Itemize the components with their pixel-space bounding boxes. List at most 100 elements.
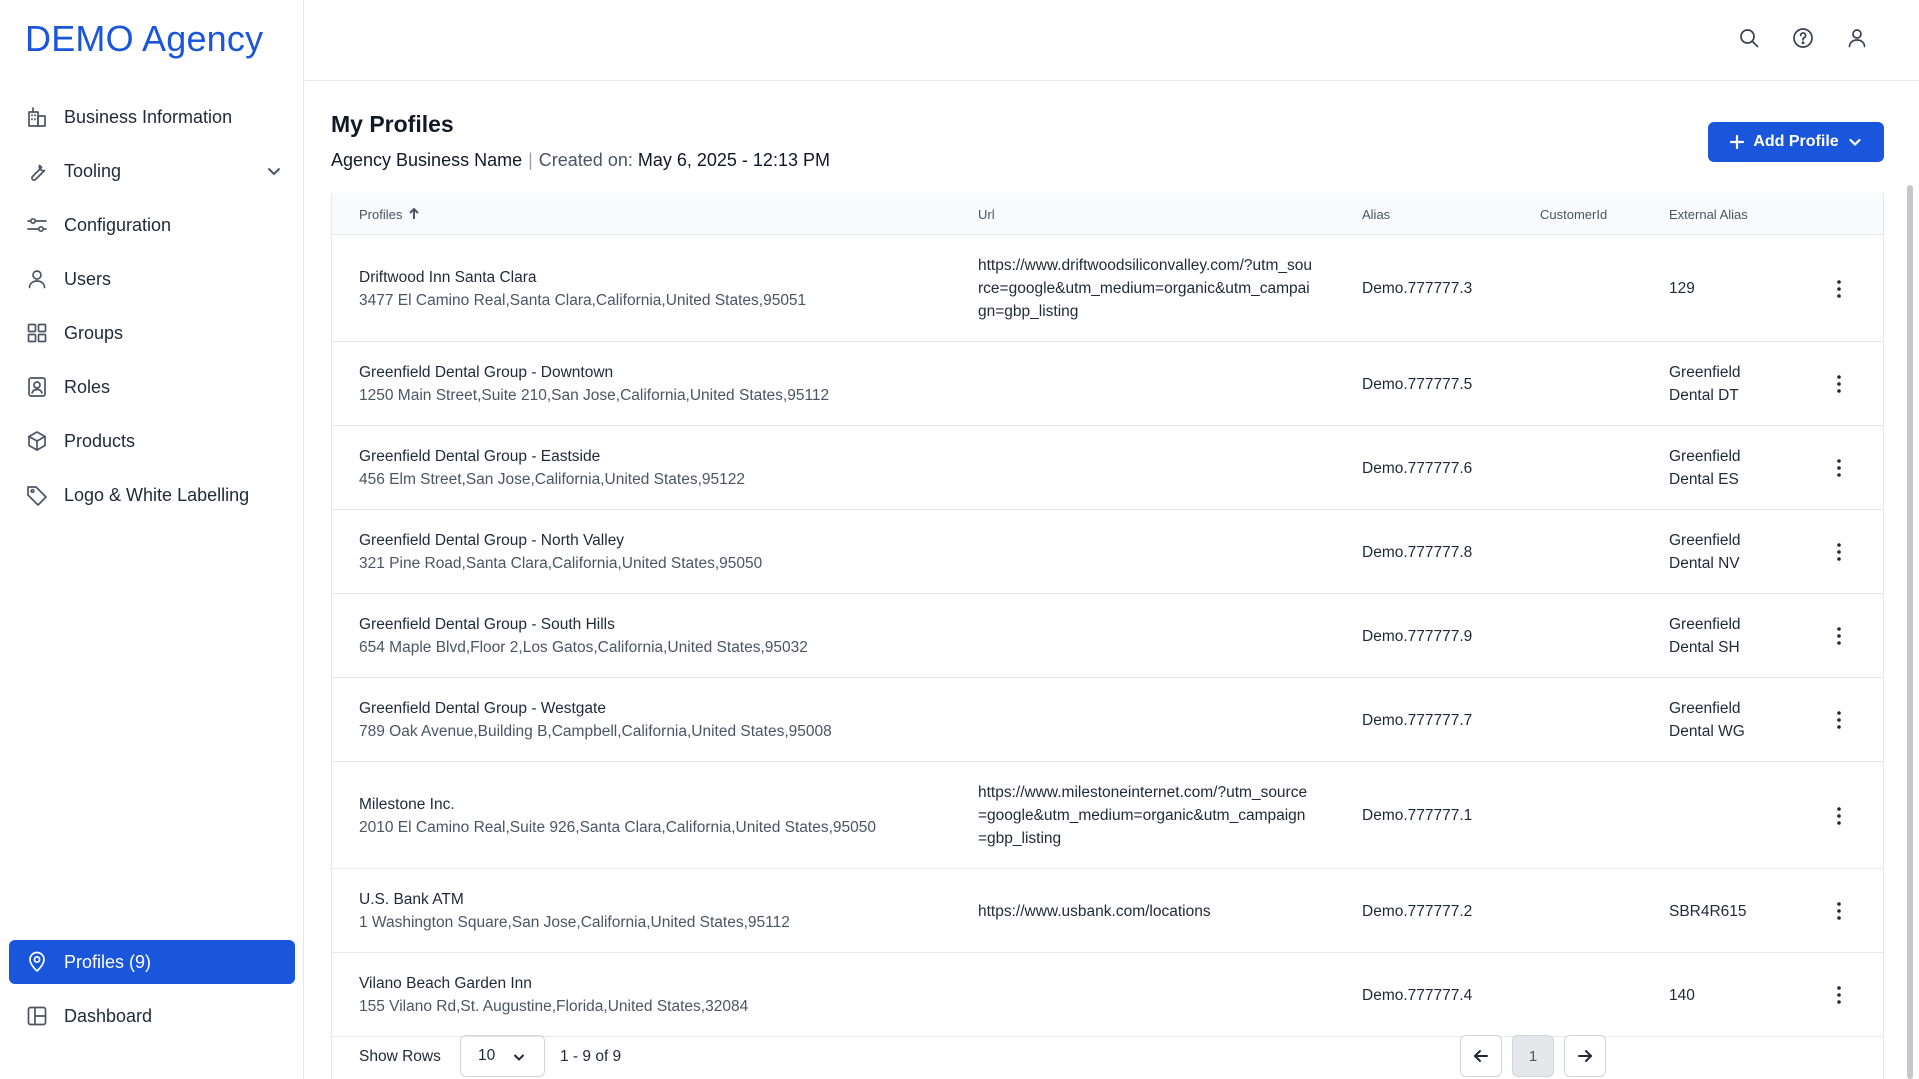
row-menu-icon[interactable] [1829,983,1849,1007]
prev-page-button[interactable] [1460,1035,1502,1077]
url-cell[interactable]: https://www.milestoneinternet.com/?utm_s… [978,781,1313,850]
sidebar-item-label: Products [64,430,136,451]
alias-cell: Demo.777777.1 [1362,807,1473,824]
sidebar-item-business-information[interactable]: Business Information [9,95,295,139]
sidebar-item-products[interactable]: Products [9,419,295,463]
profile-name: Greenfield Dental Group - Eastside [359,448,601,465]
created-date: May 6, 2025 - 12:13 PM [637,150,830,170]
profile-cell[interactable]: Driftwood Inn Santa Clara 3477 El Camino … [359,266,806,312]
profile-cell[interactable]: U.S. Bank ATM 1 Washington Square,San Jos… [359,888,790,934]
profile-cell[interactable]: Greenfield Dental Group - Westgate 789 Oa… [359,697,832,743]
table-row[interactable]: Greenfield Dental Group - Eastside 456 El… [332,426,1883,510]
user-icon[interactable] [1845,26,1869,50]
sidebar-item-profiles-9[interactable]: Profiles (9) [9,940,295,984]
row-menu-icon[interactable] [1829,372,1849,396]
profile-address: 1250 Main Street,Suite 210,San Jose,Cali… [359,387,830,404]
table-row[interactable]: Greenfield Dental Group - South Hills 654… [332,594,1883,678]
profile-cell[interactable]: Greenfield Dental Group - North Valley 32… [359,529,762,575]
profile-cell[interactable]: Greenfield Dental Group - Eastside 456 El… [359,445,745,491]
alias-cell: Demo.777777.3 [1362,280,1473,297]
external-alias-cell: Greenfield Dental SH [1669,616,1741,656]
profiles-table: Profiles Url Alias CustomerId External A… [331,193,1884,1079]
page-button-current[interactable]: 1 [1512,1035,1554,1077]
col-external-alias-header[interactable]: External Alias [1669,207,1748,222]
chevron-down-icon [1849,138,1861,147]
profile-address: 456 Elm Street,San Jose,California,Unite… [359,471,746,488]
external-alias-cell: Greenfield Dental NV [1669,532,1741,572]
row-menu-icon[interactable] [1829,899,1849,923]
external-alias-cell: Greenfield Dental ES [1669,448,1741,488]
brand-logo: DEMO Agency [25,18,264,59]
url-cell[interactable]: https://www.usbank.com/locations [978,900,1313,923]
top-bar [305,0,1919,81]
table-row[interactable]: U.S. Bank ATM 1 Washington Square,San Jos… [332,869,1883,953]
show-rows-label: Show Rows [359,1048,441,1065]
sidebar-item-label: Roles [64,376,111,397]
row-menu-icon[interactable] [1829,456,1849,480]
profile-cell[interactable]: Greenfield Dental Group - Downtown 1250 M… [359,361,829,407]
rows-per-page-select[interactable]: 10 [460,1035,545,1077]
row-menu-icon[interactable] [1829,708,1849,732]
chevron-down-icon[interactable] [265,162,283,180]
grid-icon [24,320,50,346]
external-alias-cell: Greenfield Dental DT [1669,364,1741,404]
plus-icon [1730,134,1745,150]
layout-icon [24,1003,50,1029]
profile-address: 3477 El Camino Real,Santa Clara,Californ… [359,291,807,309]
sidebar-item-configuration[interactable]: Configuration [9,203,295,247]
external-alias-cell: 140 [1669,986,1695,1004]
profile-name: Greenfield Dental Group - North Valley [359,532,625,549]
table-header: Profiles Url Alias CustomerId External A… [332,193,1883,235]
chevron-down-icon [513,1054,525,1061]
tag-icon [24,482,50,508]
table-row[interactable]: Greenfield Dental Group - Downtown 1250 M… [332,342,1883,426]
col-alias-header[interactable]: Alias [1362,207,1390,222]
search-icon[interactable] [1737,26,1761,50]
next-page-button[interactable] [1564,1035,1606,1077]
profile-address: 654 Maple Blvd,Floor 2,Los Gatos,Califor… [359,639,808,656]
alias-cell: Demo.777777.4 [1362,986,1473,1004]
help-icon[interactable] [1791,26,1815,50]
profile-name: Driftwood Inn Santa Clara [359,268,537,286]
row-menu-icon[interactable] [1829,277,1849,301]
sidebar-item-dashboard[interactable]: Dashboard [9,994,295,1038]
profile-cell[interactable]: Milestone Inc. 2010 El Camino Real,Suite … [359,793,876,839]
sidebar-item-roles[interactable]: Roles [9,365,295,409]
add-profile-button[interactable]: Add Profile [1708,122,1884,162]
table-row[interactable]: Vilano Beach Garden Inn 155 Vilano Rd,St.… [332,953,1883,1037]
sidebar-item-tooling[interactable]: Tooling [9,149,295,193]
profile-address: 321 Pine Road,Santa Clara,California,Uni… [359,555,763,572]
sidebar-item-logo-white-labelling[interactable]: Logo & White Labelling [9,473,295,517]
rows-per-page-value: 10 [478,1047,496,1064]
divider: | [528,150,533,170]
profile-cell[interactable]: Greenfield Dental Group - South Hills 654… [359,613,808,659]
col-url-header[interactable]: Url [978,207,995,222]
sidebar-item-users[interactable]: Users [9,257,295,301]
col-profiles-header[interactable]: Profiles [359,207,420,222]
col-customer-id-header[interactable]: CustomerId [1540,207,1607,222]
add-profile-label: Add Profile [1753,133,1839,150]
table-footer: Show Rows 10 1 - 9 of 9 1 [332,1033,1883,1079]
alias-cell: Demo.777777.2 [1362,902,1473,920]
scrollbar-thumb[interactable] [1907,185,1913,1079]
sidebar-item-label: Users [64,268,112,289]
sidebar-item-groups[interactable]: Groups [9,311,295,355]
profile-cell[interactable]: Vilano Beach Garden Inn 155 Vilano Rd,St.… [359,972,748,1018]
row-menu-icon[interactable] [1829,624,1849,648]
table-row[interactable]: Milestone Inc. 2010 El Camino Real,Suite … [332,762,1883,869]
url-cell[interactable]: https://www.driftwoodsiliconvalley.com/?… [978,254,1313,323]
sort-asc-icon [409,207,420,219]
table-row[interactable]: Driftwood Inn Santa Clara 3477 El Camino … [332,235,1883,342]
external-alias-cell: 129 [1669,280,1695,297]
table-row[interactable]: Greenfield Dental Group - Westgate 789 Oa… [332,678,1883,762]
profile-address: 2010 El Camino Real,Suite 926,Santa Clar… [359,818,876,836]
row-menu-icon[interactable] [1829,804,1849,828]
pagination-range: 1 - 9 of 9 [560,1048,622,1065]
sidebar-item-label: Logo & White Labelling [64,484,250,505]
row-menu-icon[interactable] [1829,540,1849,564]
table-row[interactable]: Greenfield Dental Group - North Valley 32… [332,510,1883,594]
top-icons [1737,26,1869,50]
col-profiles-label: Profiles [359,207,403,222]
page-scrollbar[interactable] [1905,185,1915,1079]
sidebar-item-label: Tooling [64,160,122,181]
